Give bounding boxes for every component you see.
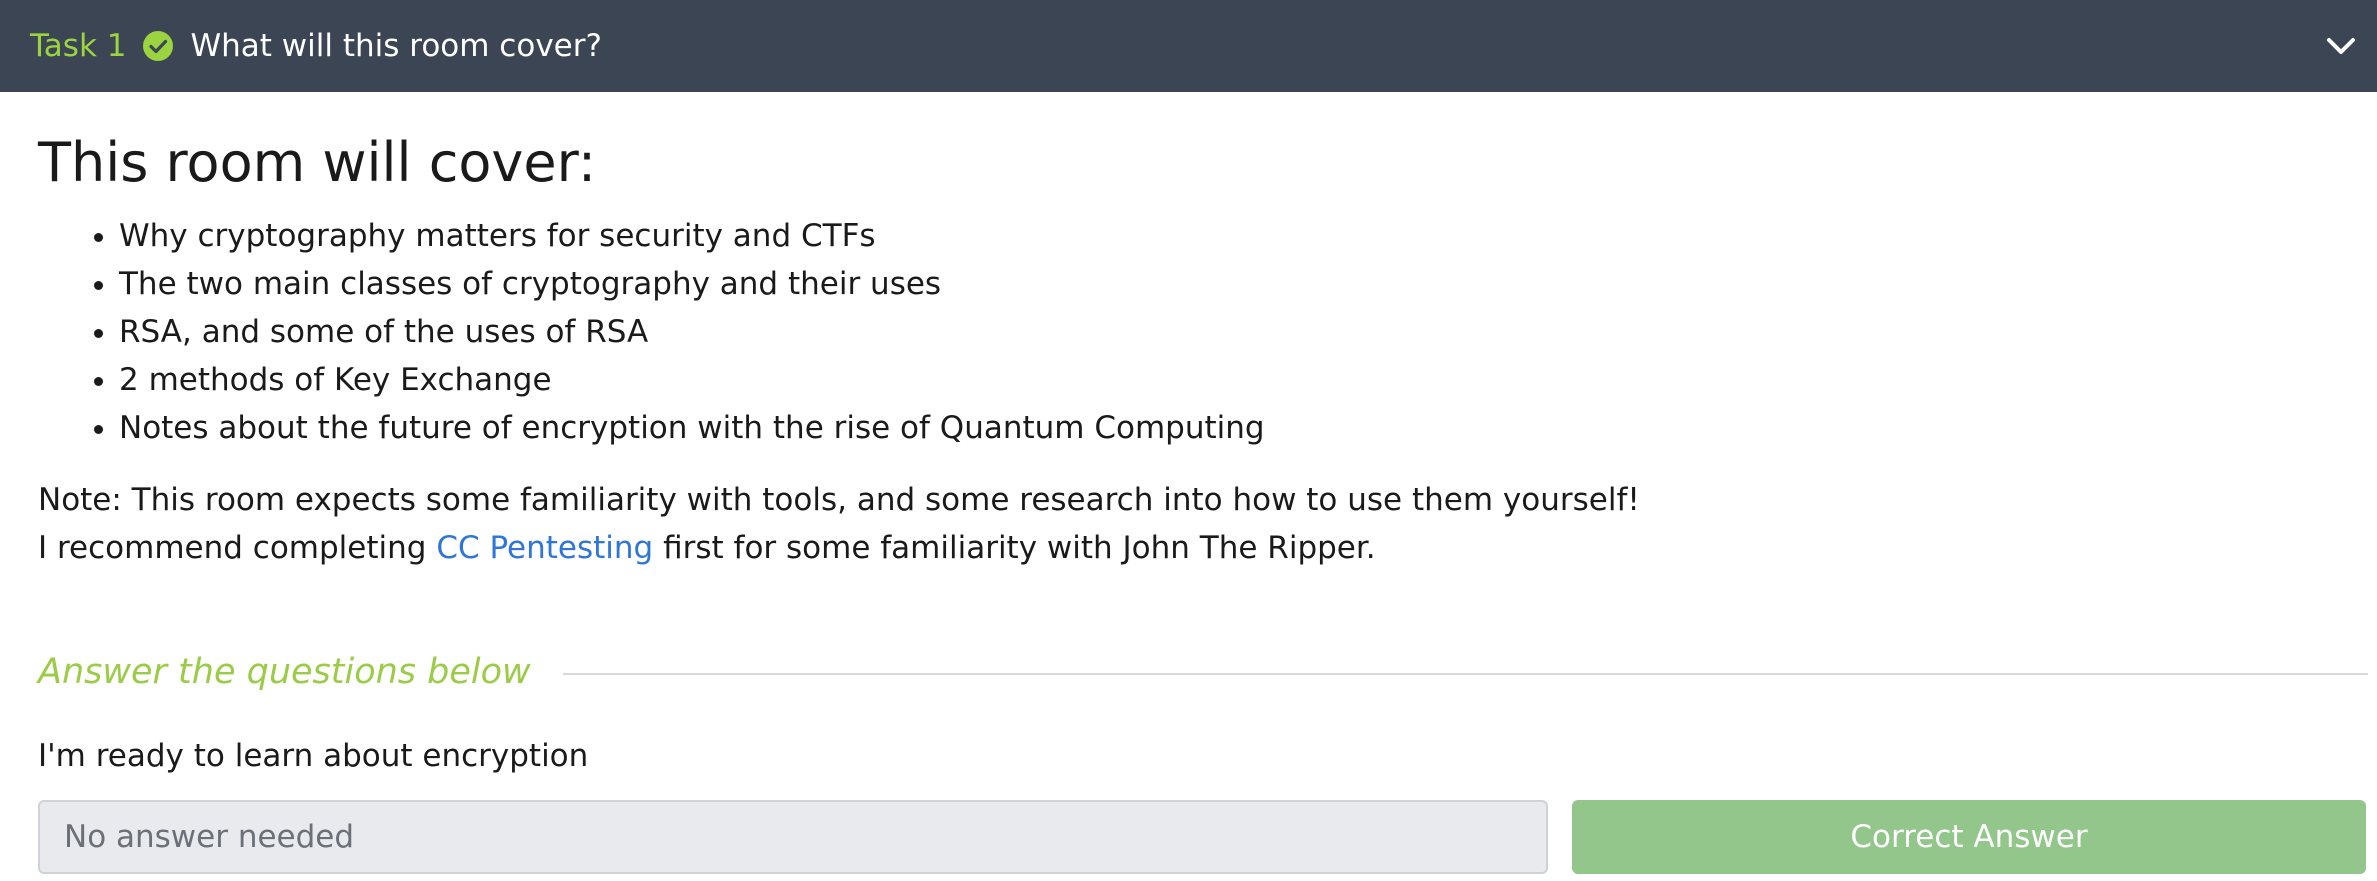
answer-input[interactable] — [38, 800, 1548, 874]
recommendation-text-after: first for some familiarity with John The… — [653, 530, 1376, 566]
cc-pentesting-link[interactable]: CC Pentesting — [436, 530, 653, 566]
note-line: Note: This room expects some familiarity… — [38, 482, 1640, 518]
topic-item: Why cryptography matters for security an… — [119, 212, 2368, 260]
check-circle-icon — [142, 30, 174, 62]
topic-item: RSA, and some of the uses of RSA — [119, 308, 2368, 356]
topic-item: Notes about the future of encryption wit… — [119, 404, 2368, 452]
note-paragraph: Note: This room expects some familiarity… — [38, 476, 2368, 572]
task-content: This room will cover: Why cryptography m… — [38, 92, 2368, 874]
recommendation-text-before: I recommend completing — [38, 530, 437, 566]
task-title: What will this room cover? — [190, 28, 602, 64]
recommendation-line: I recommend completing CC Pentesting fir… — [38, 524, 2368, 572]
question-text: I'm ready to learn about encryption — [38, 738, 589, 774]
topic-item: The two main classes of cryptography and… — [119, 260, 2368, 308]
correct-answer-button[interactable]: Correct Answer — [1572, 800, 2366, 874]
chevron-down-icon[interactable] — [2323, 28, 2359, 64]
answer-section-header: Answer the questions below — [38, 652, 2368, 692]
room-heading: This room will cover: — [38, 131, 597, 194]
answer-heading: Answer the questions below — [38, 652, 531, 692]
topic-list: Why cryptography matters for security an… — [38, 212, 2368, 452]
task-number-label: Task 1 — [30, 28, 127, 64]
task-header[interactable]: Task 1 What will this room cover? — [0, 0, 2377, 92]
topic-item: 2 methods of Key Exchange — [119, 356, 2368, 404]
section-divider — [562, 673, 2368, 675]
